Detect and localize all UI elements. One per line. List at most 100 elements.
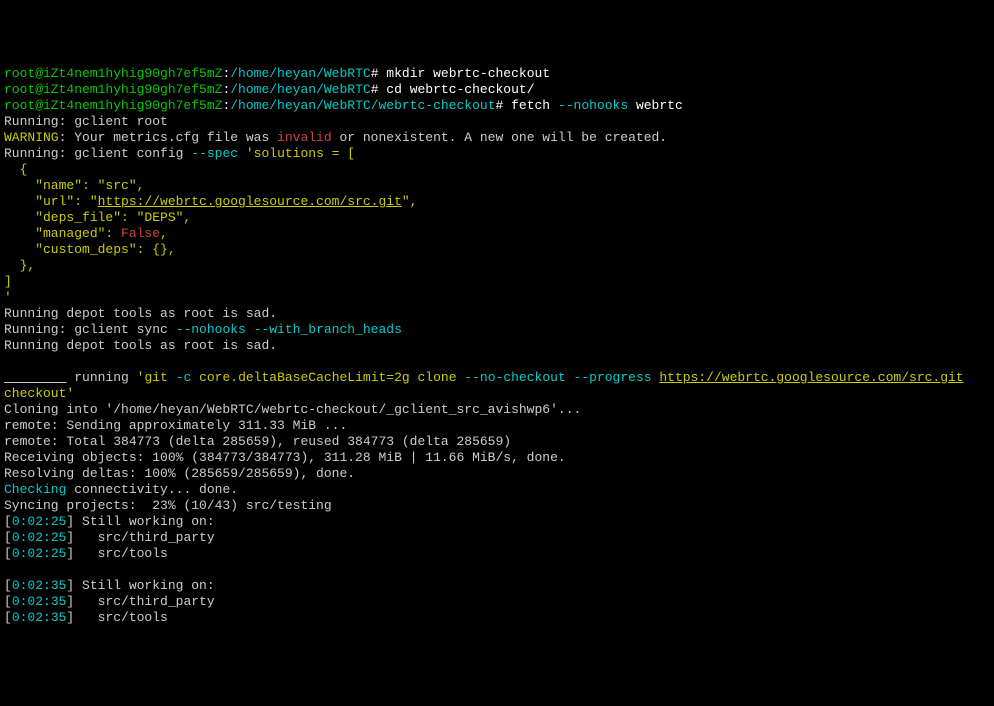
terminal-line: ________ running 'git -c core.deltaBaseC…: [4, 370, 990, 386]
terminal-line: remote: Total 384773 (delta 285659), reu…: [4, 434, 990, 450]
terminal-segment: ________: [4, 370, 66, 385]
terminal-segment: Running depot tools as root is sad.: [4, 338, 277, 353]
terminal-segment: checkout': [4, 386, 74, 401]
terminal-line: "name": "src",: [4, 178, 990, 194]
terminal-segment: "deps_file": "DEPS",: [4, 210, 191, 225]
terminal-segment: 'solutions = [: [246, 146, 355, 161]
terminal-line: Running: gclient root: [4, 114, 990, 130]
terminal-segment: /home/heyan/WebRTC/webrtc-checkout: [230, 98, 495, 113]
terminal-segment: WARNING: [4, 130, 59, 145]
terminal-segment: ,: [160, 226, 168, 241]
terminal-line: [0:02:25] Still working on:: [4, 514, 990, 530]
terminal-line: ]: [4, 274, 990, 290]
terminal-segment: Syncing projects: 23% (10/43) src/testin…: [4, 498, 332, 513]
terminal-segment: # mkdir webrtc-checkout: [371, 66, 550, 81]
terminal-segment: [: [4, 578, 12, 593]
terminal-segment: ': [4, 290, 12, 305]
terminal-segment: https://webrtc.googlesource.com/src.git: [98, 194, 402, 209]
terminal-segment: core.deltaBaseCacheLimit=2g clone: [191, 370, 464, 385]
terminal-segment: ]: [4, 274, 12, 289]
terminal-segment: 0:02:35: [12, 594, 67, 609]
terminal-segment: [: [4, 610, 12, 625]
terminal-segment: Running: gclient sync: [4, 322, 176, 337]
terminal-line: Running: gclient sync --nohooks --with_b…: [4, 322, 990, 338]
terminal-segment: Receiving objects: 100% (384773/384773),…: [4, 450, 566, 465]
terminal-line: [0:02:35] Still working on:: [4, 578, 990, 594]
terminal-line: [0:02:35] src/tools: [4, 610, 990, 626]
terminal-line: checkout': [4, 386, 990, 402]
terminal-segment: : Your metrics.cfg file was: [59, 130, 277, 145]
terminal-segment: [4, 354, 12, 369]
terminal-line: [4, 562, 990, 578]
terminal-segment: 0:02:25: [12, 546, 67, 561]
terminal-segment: "custom_deps": {},: [4, 242, 176, 257]
terminal-segment: [: [4, 514, 12, 529]
terminal-line: Cloning into '/home/heyan/WebRTC/webrtc-…: [4, 402, 990, 418]
terminal-segment: False: [121, 226, 160, 241]
terminal-line: "custom_deps": {},: [4, 242, 990, 258]
terminal-segment: https://webrtc.googlesource.com/src.git: [659, 370, 963, 385]
terminal-segment: Running: gclient root: [4, 114, 168, 129]
terminal-segment: connectivity... done.: [66, 482, 238, 497]
terminal-segment: "name": "src",: [4, 178, 144, 193]
terminal-segment: [238, 146, 246, 161]
terminal-line: Checking connectivity... done.: [4, 482, 990, 498]
terminal-line: },: [4, 258, 990, 274]
terminal-segment: ] Still working on:: [66, 578, 214, 593]
terminal-segment: [: [4, 546, 12, 561]
terminal-segment: /home/heyan/WebRTC: [230, 66, 370, 81]
terminal-line: [0:02:35] src/third_party: [4, 594, 990, 610]
terminal-segment: Running: gclient config: [4, 146, 191, 161]
terminal-line: root@iZt4nem1hyhig90gh7ef5mZ:/home/heyan…: [4, 66, 990, 82]
terminal-segment: invalid: [277, 130, 332, 145]
terminal-segment: },: [4, 258, 35, 273]
terminal-segment: ] src/third_party: [66, 594, 214, 609]
terminal-segment: ] src/third_party: [66, 530, 214, 545]
terminal-line: [0:02:25] src/tools: [4, 546, 990, 562]
terminal-segment: /home/heyan/WebRTC: [230, 82, 370, 97]
terminal-line: Running depot tools as root is sad.: [4, 306, 990, 322]
terminal-segment: [: [4, 594, 12, 609]
terminal-segment: 0:02:25: [12, 530, 67, 545]
terminal-line: "url": "https://webrtc.googlesource.com/…: [4, 194, 990, 210]
terminal-segment: [: [4, 530, 12, 545]
terminal-segment: root@iZt4nem1hyhig90gh7ef5mZ: [4, 82, 222, 97]
terminal-segment: remote: Total 384773 (delta 285659), reu…: [4, 434, 511, 449]
terminal-line: root@iZt4nem1hyhig90gh7ef5mZ:/home/heyan…: [4, 98, 990, 114]
terminal-line: Syncing projects: 23% (10/43) src/testin…: [4, 498, 990, 514]
terminal-segment: ] src/tools: [66, 546, 167, 561]
terminal-segment: root@iZt4nem1hyhig90gh7ef5mZ: [4, 66, 222, 81]
terminal-line: "deps_file": "DEPS",: [4, 210, 990, 226]
terminal-line: root@iZt4nem1hyhig90gh7ef5mZ:/home/heyan…: [4, 82, 990, 98]
terminal-segment: # fetch: [496, 98, 558, 113]
terminal-segment: --nohooks --with_branch_heads: [176, 322, 402, 337]
terminal-segment: --no-checkout --progress: [464, 370, 651, 385]
terminal-segment: Resolving deltas: 100% (285659/285659), …: [4, 466, 355, 481]
terminal-line: ': [4, 290, 990, 306]
terminal-segment: --nohooks: [558, 98, 628, 113]
terminal-line: Running depot tools as root is sad.: [4, 338, 990, 354]
terminal-segment: -c: [176, 370, 192, 385]
terminal-segment: Running depot tools as root is sad.: [4, 306, 277, 321]
terminal-output: root@iZt4nem1hyhig90gh7ef5mZ:/home/heyan…: [4, 66, 990, 626]
terminal-segment: ] Still working on:: [66, 514, 214, 529]
terminal-segment: [4, 562, 12, 577]
terminal-segment: root@iZt4nem1hyhig90gh7ef5mZ: [4, 98, 222, 113]
terminal-segment: ] src/tools: [66, 610, 167, 625]
terminal-segment: [964, 370, 972, 385]
terminal-line: remote: Sending approximately 311.33 MiB…: [4, 418, 990, 434]
terminal-line: "managed": False,: [4, 226, 990, 242]
terminal-segment: running: [66, 370, 136, 385]
terminal-line: [0:02:25] src/third_party: [4, 530, 990, 546]
terminal-segment: Cloning into '/home/heyan/WebRTC/webrtc-…: [4, 402, 581, 417]
terminal-segment: {: [4, 162, 27, 177]
terminal-line: Resolving deltas: 100% (285659/285659), …: [4, 466, 990, 482]
terminal-line: [4, 354, 990, 370]
terminal-segment: 0:02:25: [12, 514, 67, 529]
terminal-line: Running: gclient config --spec 'solution…: [4, 146, 990, 162]
terminal-segment: "managed":: [4, 226, 121, 241]
terminal-line: Receiving objects: 100% (384773/384773),…: [4, 450, 990, 466]
terminal-segment: "url": ": [4, 194, 98, 209]
terminal-segment: 0:02:35: [12, 610, 67, 625]
terminal-line: WARNING: Your metrics.cfg file was inval…: [4, 130, 990, 146]
